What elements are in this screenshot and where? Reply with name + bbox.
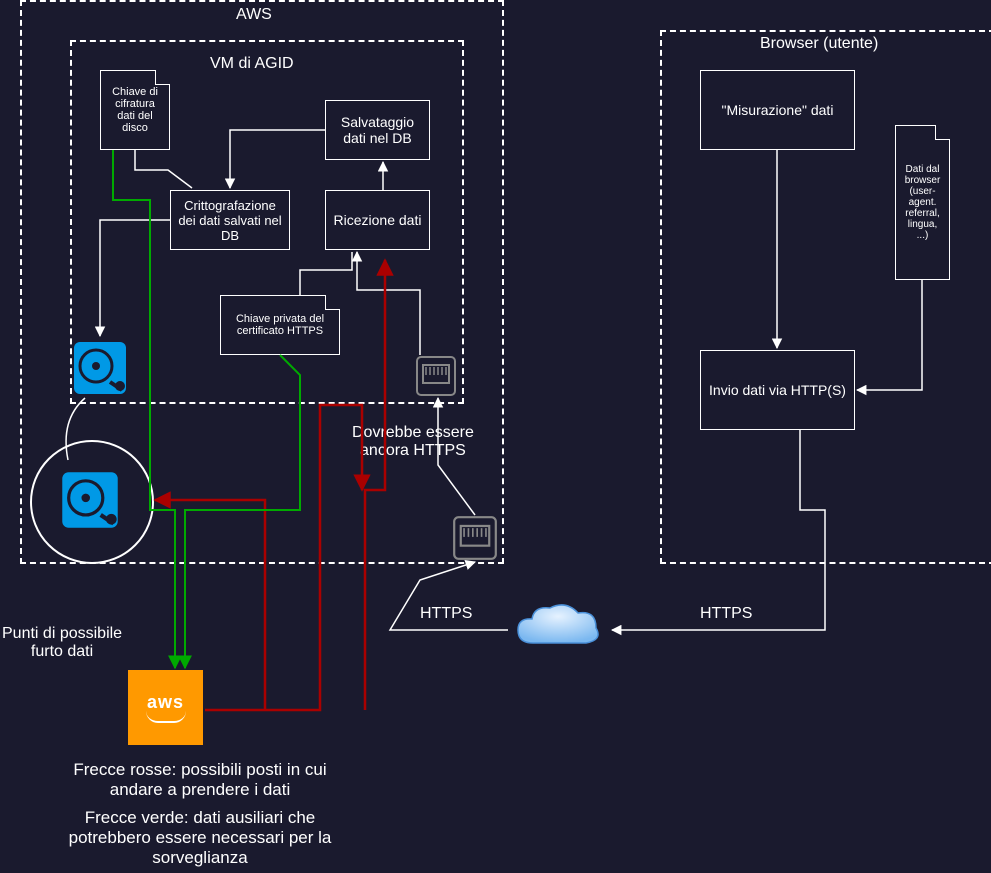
still-https-label: Dovrebbe essere ancora HTTPS [352,424,474,460]
https-label-2: HTTPS [700,605,752,623]
aws-logo-text: aws [147,692,184,713]
disk-icon-theft [58,468,122,532]
ethernet-icon-aws [452,515,498,561]
encrypt-box: Crittografazione dei dati salvati nel DB [170,190,290,250]
receive-box: Ricezione dati [325,190,430,250]
disk-key-note: Chiave di cifratura dati del disco [100,70,170,150]
theft-points-label: Punti di possibile furto dati [2,625,122,661]
green-caption: Frecce verde: dati ausiliari che potrebb… [50,808,350,868]
ethernet-icon-vm [415,355,457,397]
save-box: Salvataggio dati nel DB [325,100,430,160]
aws-label: AWS [236,6,272,24]
red-caption: Frecce rosse: possibili posti in cui and… [50,760,350,800]
disk-icon [70,338,130,398]
aws-smile-icon [146,711,186,723]
aws-logo: aws [128,670,203,745]
measure-box: "Misurazione" dati [700,70,855,150]
browser-data-note: Dati dal browser (user-agent. referral, … [895,125,950,280]
send-box: Invio dati via HTTP(S) [700,350,855,430]
browser-label: Browser (utente) [760,35,878,53]
vm-label: VM di AGID [210,55,294,73]
https-label-1: HTTPS [420,605,472,623]
cloud-icon [508,598,608,660]
https-key-note: Chiave privata del certificato HTTPS [220,295,340,355]
